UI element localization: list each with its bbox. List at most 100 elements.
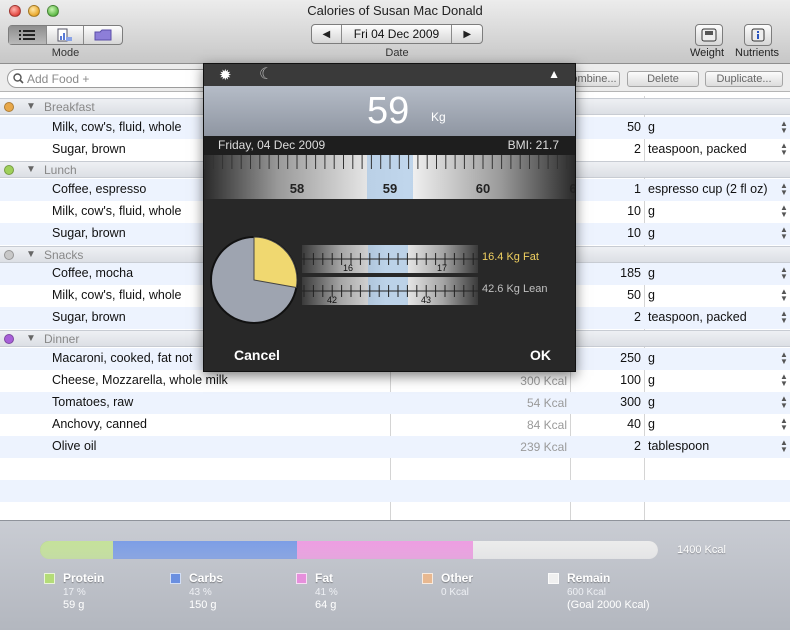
protein-percent: 17 % — [63, 587, 86, 598]
unit-stepper-icon[interactable]: ▲ ▼ — [780, 439, 788, 454]
pie-chart — [210, 236, 298, 324]
food-quantity[interactable]: 40 — [572, 417, 641, 431]
collapse-triangle-icon[interactable]: ▲ — [548, 67, 560, 81]
food-quantity[interactable]: 2 — [572, 142, 641, 156]
add-food-input[interactable] — [27, 71, 227, 86]
food-name: Sugar, brown — [52, 310, 126, 324]
mode-list-button[interactable] — [9, 26, 47, 44]
window-title: Calories of Susan Mac Donald — [307, 3, 483, 18]
disclosure-triangle-icon[interactable]: ▼ — [26, 333, 36, 344]
food-unit[interactable]: g — [648, 373, 655, 387]
fat-label: Fat — [315, 571, 333, 585]
food-quantity[interactable]: 2 — [572, 310, 641, 324]
bar-segment-carbs — [112, 541, 298, 559]
unit-stepper-icon[interactable]: ▲ ▼ — [780, 417, 788, 432]
date-label: Date — [385, 47, 409, 59]
weight-label: Weight — [690, 47, 725, 59]
table-row[interactable]: Anchovy, canned 84 Kcal 40 g ▲ ▼ — [0, 414, 790, 436]
food-name: Coffee, mocha — [52, 266, 134, 280]
food-quantity[interactable]: 10 — [572, 204, 641, 218]
table-row[interactable]: Olive oil 239 Kcal 2 tablespoon ▲ ▼ — [0, 436, 790, 458]
food-unit[interactable]: espresso cup (2 fl oz) — [648, 182, 768, 196]
table-row[interactable]: Tomatoes, raw 54 Kcal 300 g ▲ ▼ — [0, 392, 790, 414]
food-unit[interactable]: g — [648, 395, 655, 409]
unit-stepper-icon[interactable]: ▲ ▼ — [780, 351, 788, 366]
next-day-button[interactable]: ▶ — [452, 25, 482, 43]
weight-unit: Kg — [431, 110, 446, 124]
food-unit[interactable]: tablespoon — [648, 439, 709, 453]
unit-stepper-icon[interactable]: ▲ ▼ — [780, 120, 788, 135]
food-quantity[interactable]: 300 — [572, 395, 641, 409]
food-unit[interactable]: teaspoon, packed — [648, 142, 747, 156]
disclosure-triangle-icon[interactable]: ▼ — [26, 249, 36, 260]
carbs-label: Carbs — [189, 571, 224, 585]
lean-ruler-slider[interactable]: 42 43 — [302, 277, 478, 305]
group-color-dot — [4, 250, 14, 260]
disclosure-triangle-icon[interactable]: ▼ — [26, 101, 36, 112]
unit-stepper-icon[interactable]: ▲ ▼ — [780, 142, 788, 157]
group-color-dot — [4, 334, 14, 344]
previous-day-button[interactable]: ◀ — [312, 25, 342, 43]
mode-folder-button[interactable] — [84, 26, 122, 44]
food-name: Olive oil — [52, 439, 97, 453]
unit-stepper-icon[interactable]: ▲ ▼ — [780, 182, 788, 197]
fat-ruler-slider[interactable]: 16 17 — [302, 245, 478, 273]
remain-goal: (Goal 2000 Kcal) — [567, 599, 650, 611]
remain-label: Remain — [567, 571, 611, 585]
duplicate-button[interactable]: Duplicate... — [705, 71, 783, 87]
food-quantity[interactable]: 100 — [572, 373, 641, 387]
food-unit[interactable]: g — [648, 417, 655, 431]
food-name: Milk, cow's, fluid, whole — [52, 204, 182, 218]
unit-stepper-icon[interactable]: ▲ ▼ — [780, 395, 788, 410]
group-name: Breakfast — [44, 100, 95, 114]
food-unit[interactable]: teaspoon, packed — [648, 310, 747, 324]
left-arrow-icon: ◀ — [322, 28, 331, 40]
food-unit[interactable]: g — [648, 226, 655, 240]
food-unit[interactable]: g — [648, 120, 655, 134]
weight-date: Friday, 04 Dec 2009 — [218, 138, 326, 152]
food-quantity[interactable]: 50 — [572, 288, 641, 302]
list-icon — [19, 30, 36, 40]
date-value[interactable]: Fri 04 Dec 2009 — [342, 25, 453, 43]
food-quantity[interactable]: 1 — [572, 182, 641, 196]
bar-segment-fat — [297, 541, 474, 559]
body-composition-pie — [208, 234, 300, 326]
food-name: Sugar, brown — [52, 142, 126, 156]
food-unit[interactable]: g — [648, 288, 655, 302]
cancel-button[interactable]: Cancel — [234, 347, 280, 363]
unit-stepper-icon[interactable]: ▲ ▼ — [780, 266, 788, 281]
food-quantity[interactable]: 50 — [572, 120, 641, 134]
food-quantity[interactable]: 10 — [572, 226, 641, 240]
unit-stepper-icon[interactable]: ▲ ▼ — [780, 226, 788, 241]
food-quantity[interactable]: 250 — [572, 351, 641, 365]
table-row[interactable]: Cheese, Mozzarella, whole milk 300 Kcal … — [0, 370, 790, 392]
food-unit[interactable]: g — [648, 204, 655, 218]
unit-stepper-icon[interactable]: ▲ ▼ — [780, 373, 788, 388]
unit-stepper-icon[interactable]: ▲ ▼ — [780, 288, 788, 303]
calorie-progress-bar — [40, 541, 658, 559]
moon-icon[interactable]: ☾ — [259, 64, 273, 84]
delete-button[interactable]: Delete — [627, 71, 699, 87]
ruler-label: 59 — [383, 181, 397, 196]
scale-icon — [701, 28, 717, 42]
food-unit[interactable]: g — [648, 351, 655, 365]
remain-kcal: 600 Kcal — [567, 587, 606, 598]
unit-stepper-icon[interactable]: ▲ ▼ — [780, 204, 788, 219]
ok-button[interactable]: OK — [530, 347, 551, 363]
popover-header: ✹ ☾ ▲ — [204, 64, 575, 86]
weight-ruler-slider[interactable]: 58 59 60 6 — [204, 155, 575, 199]
food-quantity[interactable]: 185 — [572, 266, 641, 280]
food-quantity[interactable]: 2 — [572, 439, 641, 453]
weight-value: 59 — [367, 90, 410, 132]
weight-button[interactable] — [695, 24, 723, 46]
food-kcal: 84 Kcal — [526, 418, 567, 432]
sun-icon[interactable]: ✹ — [219, 66, 232, 84]
disclosure-triangle-icon[interactable]: ▼ — [26, 164, 36, 175]
carbs-swatch — [170, 573, 181, 584]
window-toolbar: Calories of Susan Mac Donald Mode ◀ Fri … — [0, 0, 790, 64]
unit-stepper-icon[interactable]: ▲ ▼ — [780, 310, 788, 325]
food-unit[interactable]: g — [648, 266, 655, 280]
food-name: Anchovy, canned — [52, 417, 147, 431]
mode-chart-button[interactable] — [47, 26, 85, 44]
nutrients-button[interactable] — [744, 24, 772, 46]
